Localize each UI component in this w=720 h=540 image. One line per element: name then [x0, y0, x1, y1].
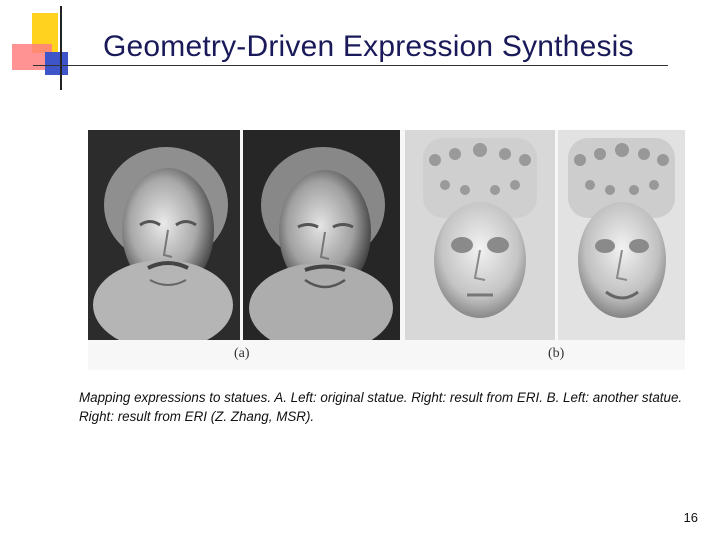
- title-decoration-blue: [45, 52, 68, 75]
- figure-label-a: (a): [234, 346, 250, 361]
- statue-b-original-image: [405, 130, 555, 340]
- title-underline: [33, 65, 668, 66]
- figure-label-b: (b): [548, 346, 565, 361]
- page-number: 16: [683, 510, 698, 525]
- statue-b-eri-result-image: [558, 130, 685, 340]
- figure-caption: Mapping expressions to statues. A. Left:…: [79, 390, 683, 424]
- statue-a-original-image: [88, 130, 240, 340]
- statue-a-eri-result-image: [243, 130, 400, 340]
- title-decoration-vertical-line: [60, 6, 62, 90]
- slide-title: Geometry-Driven Expression Synthesis: [103, 30, 634, 63]
- statue-figure: (a) (b): [88, 130, 685, 370]
